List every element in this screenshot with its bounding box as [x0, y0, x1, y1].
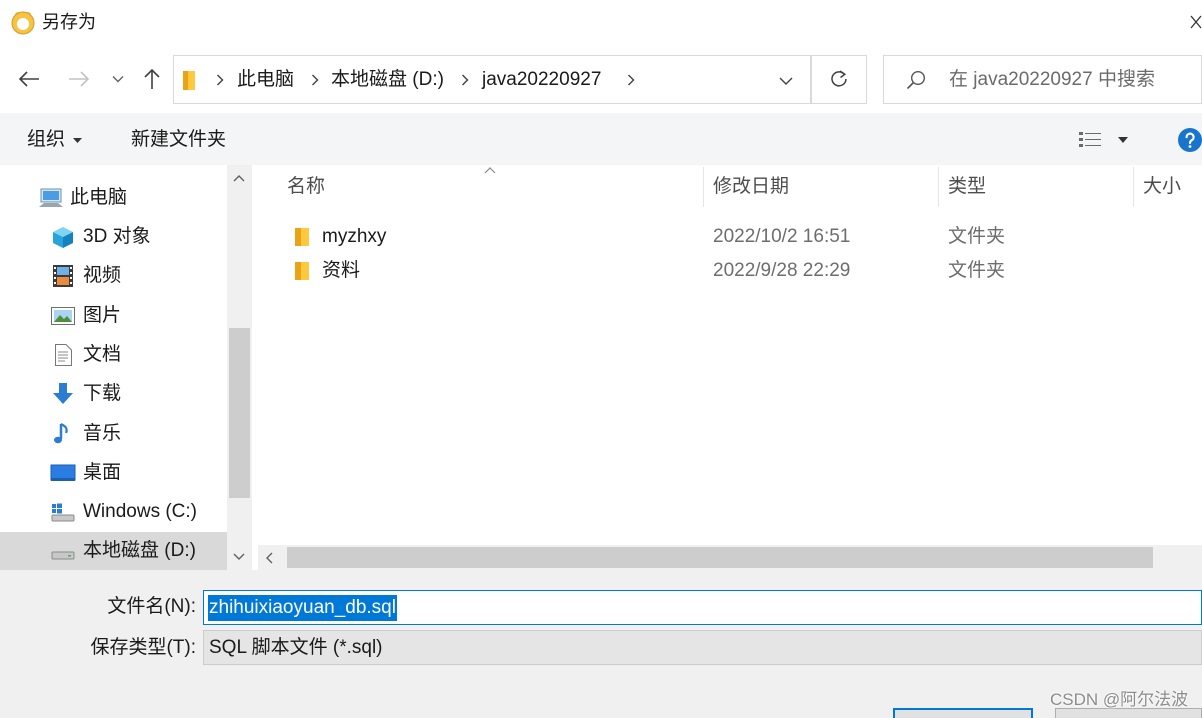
sidebar-item-label: 文档 — [83, 344, 122, 365]
filename-selected-text[interactable]: zhihuixiaoyuan_db.sql — [208, 595, 397, 621]
search-icon — [906, 70, 926, 90]
breadcrumb-this-pc[interactable]: 此电脑 — [237, 68, 294, 92]
breadcrumb-chevron-icon[interactable] — [311, 74, 319, 86]
app-icon — [10, 9, 36, 35]
save-options-panel: 文件名(N): zhihuixiaoyuan_db.sql 保存类型(T): S… — [0, 570, 1202, 718]
file-list: 名称 修改日期 类型 大小 myzhxy 2022/10/2 16:51 文件夹… — [252, 165, 1202, 545]
scrollbar-thumb[interactable] — [229, 328, 250, 498]
sidebar-item-videos[interactable]: 视频 — [0, 257, 227, 295]
file-type: 文件夹 — [948, 260, 1006, 281]
sidebar-item-label: 此电脑 — [70, 187, 128, 208]
column-divider[interactable] — [703, 167, 704, 207]
sidebar-item-label: 音乐 — [83, 423, 122, 444]
dropdown-triangle-icon — [73, 138, 82, 143]
back-arrow-icon[interactable] — [18, 69, 40, 89]
file-name: 资料 — [322, 260, 361, 281]
sidebar-item-downloads[interactable]: 下载 — [0, 375, 227, 413]
sidebar-item-this-pc[interactable]: 此电脑 — [0, 179, 227, 217]
file-name: myzhxy — [322, 226, 387, 247]
search-box[interactable] — [883, 55, 1202, 104]
folder-icon — [182, 70, 198, 91]
filename-label: 文件名(N): — [107, 596, 196, 617]
column-header-name[interactable]: 名称 — [287, 175, 325, 199]
breadcrumb-chevron-icon[interactable] — [216, 74, 224, 86]
scroll-down-arrow-icon[interactable] — [233, 553, 245, 560]
organize-button[interactable]: 组织 — [17, 124, 97, 156]
filename-input[interactable]: zhihuixiaoyuan_db.sql — [203, 590, 1202, 625]
breadcrumb-chevron-icon[interactable] — [461, 74, 469, 86]
forward-arrow-icon[interactable] — [68, 69, 90, 89]
command-toolbar: 组织 新建文件夹 — [0, 113, 1202, 165]
folder-icon — [293, 227, 311, 247]
sort-ascending-icon — [484, 167, 496, 174]
save-button[interactable] — [893, 708, 1033, 718]
sidebar-item-label: 3D 对象 — [83, 226, 151, 247]
sidebar-item-windows-c[interactable]: Windows (C:) — [0, 493, 227, 531]
title-bar: 另存为 — [0, 0, 1202, 45]
organize-label: 组织 — [27, 129, 66, 150]
sidebar-item-3d-objects[interactable]: 3D 对象 — [0, 218, 227, 256]
close-icon[interactable] — [1190, 15, 1202, 29]
sidebar-item-pictures[interactable]: 图片 — [0, 297, 227, 335]
file-row[interactable]: 资料 2022/9/28 22:29 文件夹 — [252, 254, 1202, 288]
address-bar[interactable]: 此电脑 本地磁盘 (D:) java20220927 — [173, 55, 811, 104]
sidebar-item-local-disk-d[interactable]: 本地磁盘 (D:) — [0, 532, 227, 570]
view-dropdown-triangle-icon[interactable] — [1118, 137, 1128, 143]
column-header-size[interactable]: 大小 — [1143, 175, 1181, 199]
file-list-horizontal-scrollbar[interactable] — [258, 545, 1202, 570]
sidebar-item-label: 下载 — [83, 383, 122, 404]
address-dropdown-chevron-icon[interactable] — [779, 77, 793, 85]
watermark: CSDN @阿尔法波 — [1050, 690, 1189, 709]
filetype-label: 保存类型(T): — [90, 637, 196, 658]
cube-3d-icon — [50, 225, 76, 249]
breadcrumb-chevron-icon[interactable] — [627, 74, 635, 86]
refresh-icon — [829, 69, 849, 89]
file-row[interactable]: myzhxy 2022/10/2 16:51 文件夹 — [252, 220, 1202, 254]
windows-drive-icon — [50, 500, 76, 524]
file-type: 文件夹 — [948, 226, 1006, 247]
sidebar-item-label: 图片 — [83, 305, 122, 326]
music-icon — [50, 422, 76, 446]
sidebar-item-label: Windows (C:) — [83, 501, 198, 522]
scroll-up-arrow-icon[interactable] — [233, 175, 245, 182]
new-folder-button[interactable]: 新建文件夹 — [121, 124, 241, 156]
details-view-icon[interactable] — [1078, 130, 1102, 150]
drive-icon — [50, 539, 76, 563]
refresh-button[interactable] — [811, 55, 867, 104]
sidebar-item-label: 本地磁盘 (D:) — [83, 540, 196, 561]
filetype-selected-value: SQL 脚本文件 (*.sql) — [209, 637, 383, 658]
window-title: 另存为 — [42, 12, 96, 32]
search-input[interactable] — [949, 68, 1199, 92]
help-icon[interactable] — [1178, 128, 1202, 152]
recent-locations-chevron-icon[interactable] — [112, 75, 124, 83]
sidebar-item-desktop[interactable]: 桌面 — [0, 454, 227, 492]
new-folder-label: 新建文件夹 — [131, 129, 227, 150]
column-divider[interactable] — [938, 167, 939, 207]
sidebar-scrollbar[interactable] — [227, 165, 252, 570]
column-header-modified[interactable]: 修改日期 — [713, 175, 789, 199]
video-icon — [50, 264, 76, 288]
breadcrumb-current-folder[interactable]: java20220927 — [482, 68, 601, 92]
file-modified: 2022/9/28 22:29 — [713, 260, 851, 281]
save-as-dialog: 另存为 此电脑 本地磁盘 (D:) java20220927 在 java202… — [0, 0, 1202, 718]
picture-icon — [50, 304, 76, 328]
column-divider[interactable] — [1133, 167, 1134, 207]
sidebar-item-documents[interactable]: 文档 — [0, 336, 227, 374]
desktop-icon — [50, 461, 76, 485]
scrollbar-thumb[interactable] — [287, 547, 1153, 568]
scroll-left-arrow-icon[interactable] — [266, 552, 273, 564]
breadcrumb-local-disk[interactable]: 本地磁盘 (D:) — [331, 68, 444, 92]
file-modified: 2022/10/2 16:51 — [713, 226, 851, 247]
download-icon — [50, 382, 76, 406]
document-icon — [50, 343, 76, 367]
column-header-type[interactable]: 类型 — [948, 175, 986, 199]
sidebar-item-label: 视频 — [83, 265, 122, 286]
sidebar-item-label: 桌面 — [83, 462, 122, 483]
sidebar-item-music[interactable]: 音乐 — [0, 415, 227, 453]
folder-icon — [293, 261, 311, 281]
navigation-pane: 此电脑 3D 对象 视频 图片 文档 下载 音乐 桌面 Windows (C:)… — [0, 165, 227, 570]
up-arrow-icon[interactable] — [143, 68, 161, 90]
computer-icon — [38, 186, 64, 210]
filetype-select[interactable]: SQL 脚本文件 (*.sql) — [203, 630, 1202, 665]
